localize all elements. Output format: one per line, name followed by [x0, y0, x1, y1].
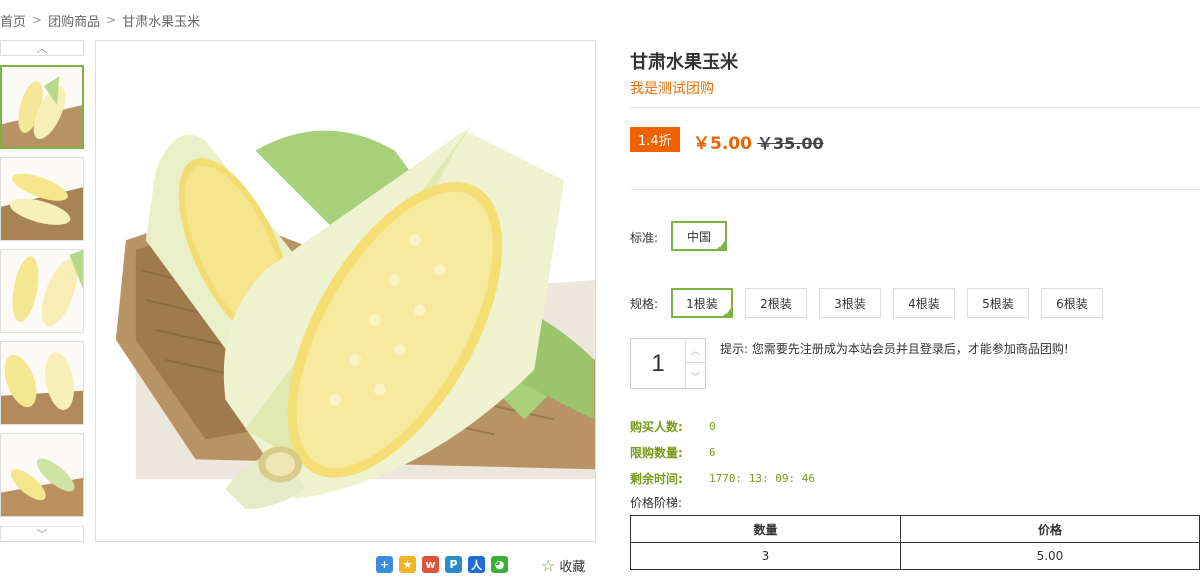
table-row: 3 5.00: [630, 542, 1201, 570]
thumbnail-4[interactable]: [0, 341, 84, 425]
discount-badge: 1.4折: [630, 127, 680, 152]
standard-option-china[interactable]: 中国 ✓: [671, 221, 727, 251]
plus-share-icon[interactable]: +: [376, 556, 393, 573]
table-header-row: 数量 价格: [630, 515, 1201, 543]
spec-option-3[interactable]: 3根装: [819, 288, 881, 318]
spec-option-5[interactable]: 5根装: [967, 288, 1029, 318]
corn-thumbnail-image: [1, 434, 83, 516]
thumb-scroll-down-button[interactable]: ﹀: [0, 526, 84, 542]
price-tier-label: 价格阶梯:: [630, 496, 683, 510]
spec-option-label: 5根装: [982, 296, 1014, 311]
breadcrumb: 首页 > 团购商品 > 甘肃水果玉米: [0, 10, 200, 30]
breadcrumb-home[interactable]: 首页: [0, 11, 26, 30]
corn-main-image: [96, 41, 595, 541]
divider: [630, 107, 1200, 108]
corn-thumbnail-image: [1, 158, 83, 240]
column-header-price: 价格: [899, 515, 1201, 543]
group-price: ￥5.00: [693, 134, 752, 154]
quantity-decrease-button[interactable]: ﹀: [686, 364, 705, 388]
remaining-time-value: 1770: 13: 09: 46: [709, 472, 815, 485]
chevron-up-icon: ︿: [690, 347, 700, 357]
buyers-count-label: 购买人数:: [630, 420, 683, 434]
chevron-right-icon: >: [106, 13, 117, 27]
breadcrumb-current: 甘肃水果玉米: [122, 14, 201, 30]
chevron-down-icon: ﹀: [36, 528, 48, 541]
product-subtitle: 我是测试团购: [630, 81, 714, 97]
buyers-count-value: 0: [709, 420, 716, 433]
login-tip: 提示: 您需要先注册成为本站会员并且登录后，才能参加商品团购!: [720, 342, 1069, 356]
spec-option-label: 4根装: [908, 296, 940, 311]
spec-option-label: 6根装: [1056, 296, 1088, 311]
chevron-up-icon: ︿: [36, 42, 48, 55]
purchase-limit-label: 限购数量:: [630, 446, 683, 460]
thumb-scroll-up-button[interactable]: ︿: [0, 40, 84, 56]
star-outline-icon: ☆: [541, 555, 556, 575]
price-tier-table: 数量 价格 3 5.00: [630, 515, 1201, 570]
thumbnail-3[interactable]: [0, 249, 84, 333]
check-icon: ✓: [724, 308, 731, 317]
chevron-down-icon: ﹀: [690, 372, 700, 383]
original-price: ￥35.00: [757, 134, 824, 153]
thumbnail-2[interactable]: [0, 157, 84, 241]
divider: [630, 189, 1200, 190]
spec-option-label: 1根装: [686, 296, 718, 311]
tencent-weibo-icon[interactable]: P: [445, 556, 462, 573]
qzone-icon[interactable]: ★: [399, 556, 416, 573]
remaining-time-label: 剩余时间:: [630, 472, 683, 486]
favorite-button[interactable]: ☆ 收藏: [541, 556, 585, 575]
corn-thumbnail-image: [2, 67, 82, 147]
product-title: 甘肃水果玉米: [630, 52, 738, 73]
thumbnail-strip: ︿ ﹀: [0, 40, 84, 542]
spec-option-6[interactable]: 6根装: [1041, 288, 1103, 318]
thumbnail-1[interactable]: [0, 65, 84, 149]
renren-icon[interactable]: 人: [468, 556, 485, 573]
quantity-increase-button[interactable]: ︿: [686, 339, 705, 363]
quantity-stepper: ︿ ﹀: [630, 338, 706, 389]
spec-option-label: 2根装: [760, 296, 792, 311]
tier-price-cell: 5.00: [899, 542, 1201, 570]
check-icon: ✓: [718, 241, 725, 250]
column-header-quantity: 数量: [630, 515, 901, 543]
favorite-label: 收藏: [559, 560, 586, 575]
standard-label: 标准:: [630, 231, 659, 245]
weibo-icon[interactable]: w: [422, 556, 439, 573]
spec-option-label: 3根装: [834, 296, 866, 311]
purchase-limit-value: 6: [709, 446, 716, 459]
breadcrumb-group-buy[interactable]: 团购商品: [48, 11, 100, 30]
corn-thumbnail-image: [1, 342, 83, 424]
standard-option-label: 中国: [686, 229, 711, 244]
share-bar: + ★ w P 人 ◕: [376, 556, 508, 573]
tier-quantity-cell: 3: [630, 542, 901, 570]
spec-label: 规格:: [630, 297, 659, 311]
main-product-image[interactable]: [95, 40, 596, 542]
spec-option-4[interactable]: 4根装: [893, 288, 955, 318]
spec-option-2[interactable]: 2根装: [745, 288, 807, 318]
chevron-right-icon: >: [32, 13, 43, 27]
thumbnail-5[interactable]: [0, 433, 84, 517]
corn-thumbnail-image: [1, 250, 83, 332]
quantity-input[interactable]: [631, 339, 686, 388]
spec-option-1[interactable]: 1根装 ✓: [671, 288, 733, 318]
wechat-icon[interactable]: ◕: [491, 556, 508, 573]
